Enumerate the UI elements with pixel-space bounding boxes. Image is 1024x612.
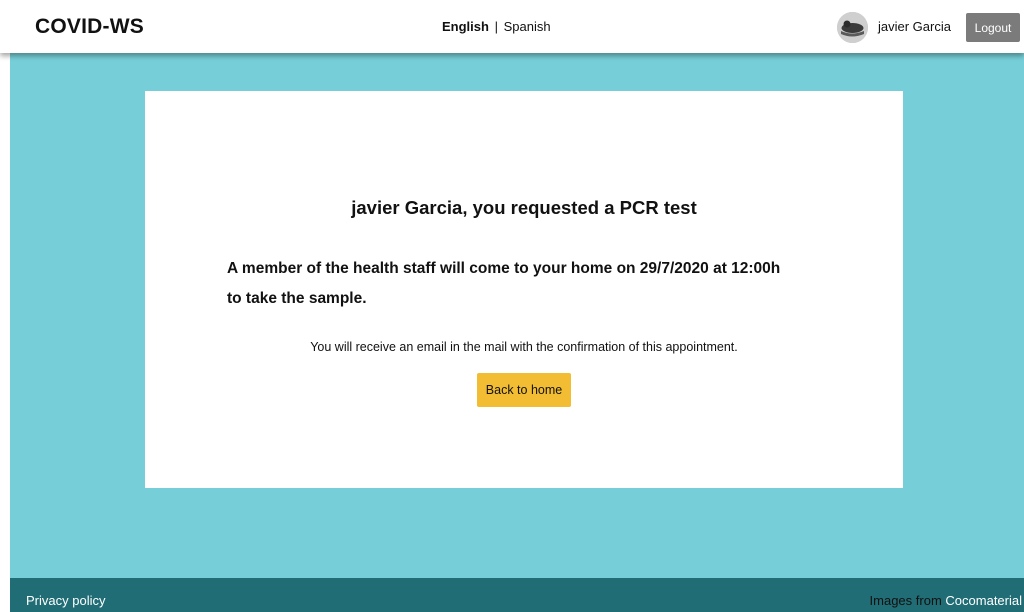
confirmation-title: javier Garcia, you requested a PCR test [351, 197, 697, 218]
email-confirmation-note: You will receive an email in the mail wi… [310, 340, 738, 354]
top-navbar: COVID-WS English | Spanish javier Garcia… [0, 0, 1024, 53]
back-to-home-button[interactable]: Back to home [477, 373, 571, 407]
cocomaterial-link[interactable]: Cocomaterial [945, 593, 1022, 608]
language-switcher: English | Spanish [442, 19, 551, 34]
confirmation-card: javier Garcia, you requested a PCR test … [145, 91, 903, 488]
appointment-message-line-1: A member of the health staff will come t… [227, 260, 781, 277]
brand-logo[interactable]: COVID-WS [35, 15, 144, 39]
language-english[interactable]: English [442, 19, 489, 34]
image-credits: Images from Cocomaterial [870, 593, 1022, 608]
footer: Privacy policy Images from Cocomaterial [10, 578, 1024, 612]
language-spanish[interactable]: Spanish [504, 19, 551, 34]
appointment-message: A member of the health staff will come t… [227, 254, 847, 314]
logout-button[interactable]: Logout [966, 13, 1020, 42]
appointment-message-line-2: to take the sample. [227, 290, 367, 307]
user-name: javier Garcia [878, 19, 951, 34]
credits-prefix: Images from [869, 593, 942, 608]
avatar [837, 12, 868, 43]
language-separator: | [494, 19, 498, 34]
privacy-policy-link[interactable]: Privacy policy [26, 593, 105, 608]
